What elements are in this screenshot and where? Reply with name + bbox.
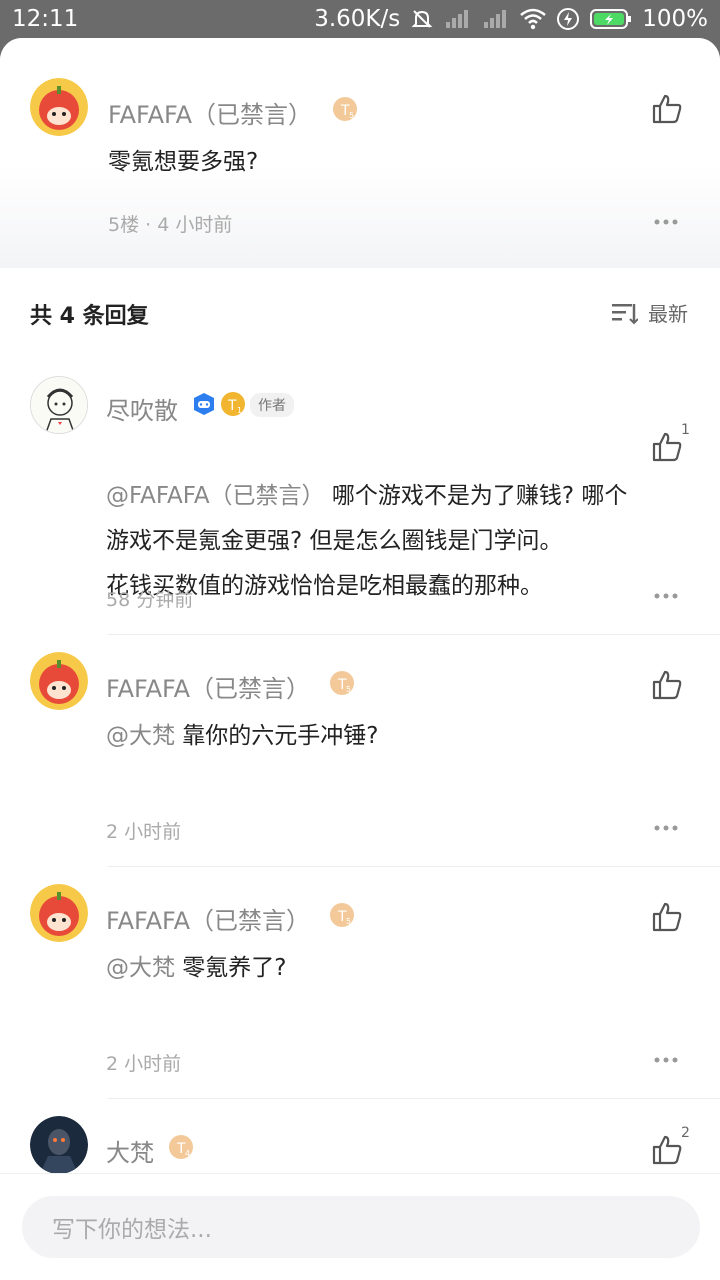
divider <box>108 634 720 635</box>
mention[interactable]: @FAFAFA（已禁言） <box>106 483 325 509</box>
reply-time: 2 小时前 <box>106 821 182 843</box>
username[interactable]: FAFAFA（已禁言） <box>108 95 312 130</box>
like-count: 2 <box>681 1125 690 1141</box>
like-icon[interactable] <box>650 668 684 702</box>
username[interactable]: FAFAFA（已禁言） <box>106 669 310 704</box>
mention[interactable]: @大梵 <box>106 955 175 981</box>
reply-content-line: 游戏不是氪金更强? 但是怎么圈钱是门学问。 <box>106 528 563 554</box>
like-icon[interactable] <box>650 900 684 934</box>
svg-text:5: 5 <box>349 111 354 120</box>
reply-content: @大梵 零氪养了? <box>106 946 287 991</box>
comment-bar: 写下你的想法... <box>0 1173 720 1280</box>
divider <box>108 1098 720 1099</box>
username[interactable]: 尽吹散 <box>106 391 178 426</box>
svg-text:1: 1 <box>237 406 242 415</box>
flash-icon <box>557 8 580 30</box>
username[interactable]: 大梵 <box>106 1133 154 1168</box>
signal-icon <box>446 10 469 28</box>
reply-time: 58 分钟前 <box>106 589 194 611</box>
like-count: 1 <box>681 422 690 438</box>
level-badge-icon: T1 <box>221 392 245 416</box>
comment-input[interactable]: 写下你的想法... <box>22 1196 700 1258</box>
signal-icon-2 <box>484 10 507 28</box>
divider <box>108 866 720 867</box>
more-icon[interactable] <box>653 592 679 600</box>
sort-button[interactable]: 最新 <box>610 298 688 327</box>
reply-time: 2 小时前 <box>106 1053 182 1075</box>
reply-text: 零氪养了? <box>175 955 287 981</box>
like-icon[interactable] <box>650 1133 684 1167</box>
more-icon[interactable] <box>653 824 679 832</box>
svg-text:T: T <box>227 398 237 414</box>
username[interactable]: FAFAFA（已禁言） <box>106 901 310 936</box>
post-meta: 5楼 · 4 小时前 <box>108 214 233 236</box>
main-post: FAFAFA（已禁言） T5 零氪想要多强? 5楼 · 4 小时前 <box>0 38 720 268</box>
like-icon[interactable] <box>650 430 684 464</box>
svg-text:5: 5 <box>346 685 351 694</box>
status-time: 12:11 <box>12 6 79 32</box>
post-content: 零氪想要多强? <box>108 149 259 175</box>
reply-content-line: @FAFAFA（已禁言） 哪个游戏不是为了赚钱? 哪个 <box>106 474 627 519</box>
more-icon[interactable] <box>653 218 679 226</box>
mute-icon <box>411 10 433 28</box>
reply-content: @大梵 靠你的六元手冲锤? <box>106 714 379 759</box>
avatar[interactable] <box>30 376 88 434</box>
author-tag: 作者 <box>250 393 294 417</box>
avatar[interactable] <box>30 652 88 710</box>
avatar[interactable] <box>30 78 88 136</box>
reply-text: 靠你的六元手冲锤? <box>175 723 379 749</box>
status-bar: 12:11 3.60K/s 100% <box>0 0 720 38</box>
replies-count: 共 4 条回复 <box>30 304 149 329</box>
level-badge-icon: T5 <box>330 903 354 927</box>
sort-icon <box>612 303 638 324</box>
reply-text: 哪个游戏不是为了赚钱? 哪个 <box>324 483 628 509</box>
level-badge-icon: T5 <box>333 97 357 121</box>
battery-icon <box>590 9 632 29</box>
like-icon[interactable] <box>650 92 684 126</box>
wifi-icon <box>520 8 547 30</box>
level-badge-icon: T5 <box>330 671 354 695</box>
battery-percent: 100% <box>642 6 708 32</box>
network-speed: 3.60K/s <box>314 6 401 32</box>
avatar[interactable] <box>30 884 88 942</box>
game-controller-icon <box>194 393 214 415</box>
avatar[interactable] <box>30 1116 88 1174</box>
more-icon[interactable] <box>653 1056 679 1064</box>
svg-text:4: 4 <box>185 1149 190 1158</box>
level-badge-icon: T4 <box>169 1135 193 1159</box>
svg-text:5: 5 <box>346 917 351 926</box>
mention[interactable]: @大梵 <box>106 723 175 749</box>
reply-sheet: FAFAFA（已禁言） T5 零氪想要多强? 5楼 · 4 小时前 共 4 条回… <box>0 38 720 1280</box>
sort-label: 最新 <box>648 302 688 326</box>
